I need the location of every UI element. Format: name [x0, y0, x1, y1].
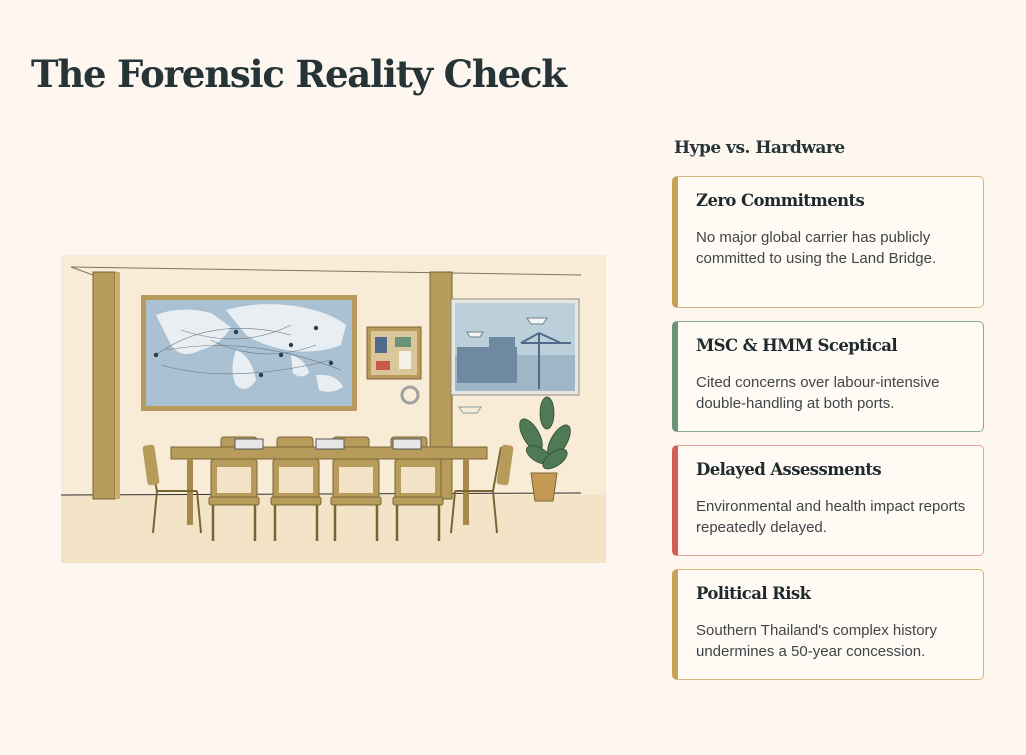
- card-political-risk: Political Risk Southern Thailand's compl…: [672, 569, 984, 680]
- card-title: Political Risk: [696, 584, 811, 603]
- card-text: No major global carrier has publicly com…: [696, 229, 937, 267]
- page-title: The Forensic Reality Check: [31, 52, 567, 96]
- card-title: MSC & HMM Sceptical: [696, 336, 898, 355]
- card-delayed-assessments: Delayed Assessments Environmental and he…: [672, 445, 984, 556]
- card-msc-hmm-sceptical: MSC & HMM Sceptical Cited concerns over …: [672, 321, 984, 432]
- card-text: Southern Thailand's complex history unde…: [696, 622, 938, 660]
- card-text: Environmental and health impact reports …: [696, 498, 966, 536]
- section-heading: Hype vs. Hardware: [674, 138, 845, 158]
- card-zero-commitments: Zero Commitments No major global carrier…: [672, 176, 984, 308]
- card-title: Delayed Assessments: [696, 460, 882, 479]
- boardroom-illustration-icon: [61, 255, 606, 563]
- card-title: Zero Commitments: [696, 191, 865, 210]
- card-text: Cited concerns over labour-intensive dou…: [696, 374, 940, 412]
